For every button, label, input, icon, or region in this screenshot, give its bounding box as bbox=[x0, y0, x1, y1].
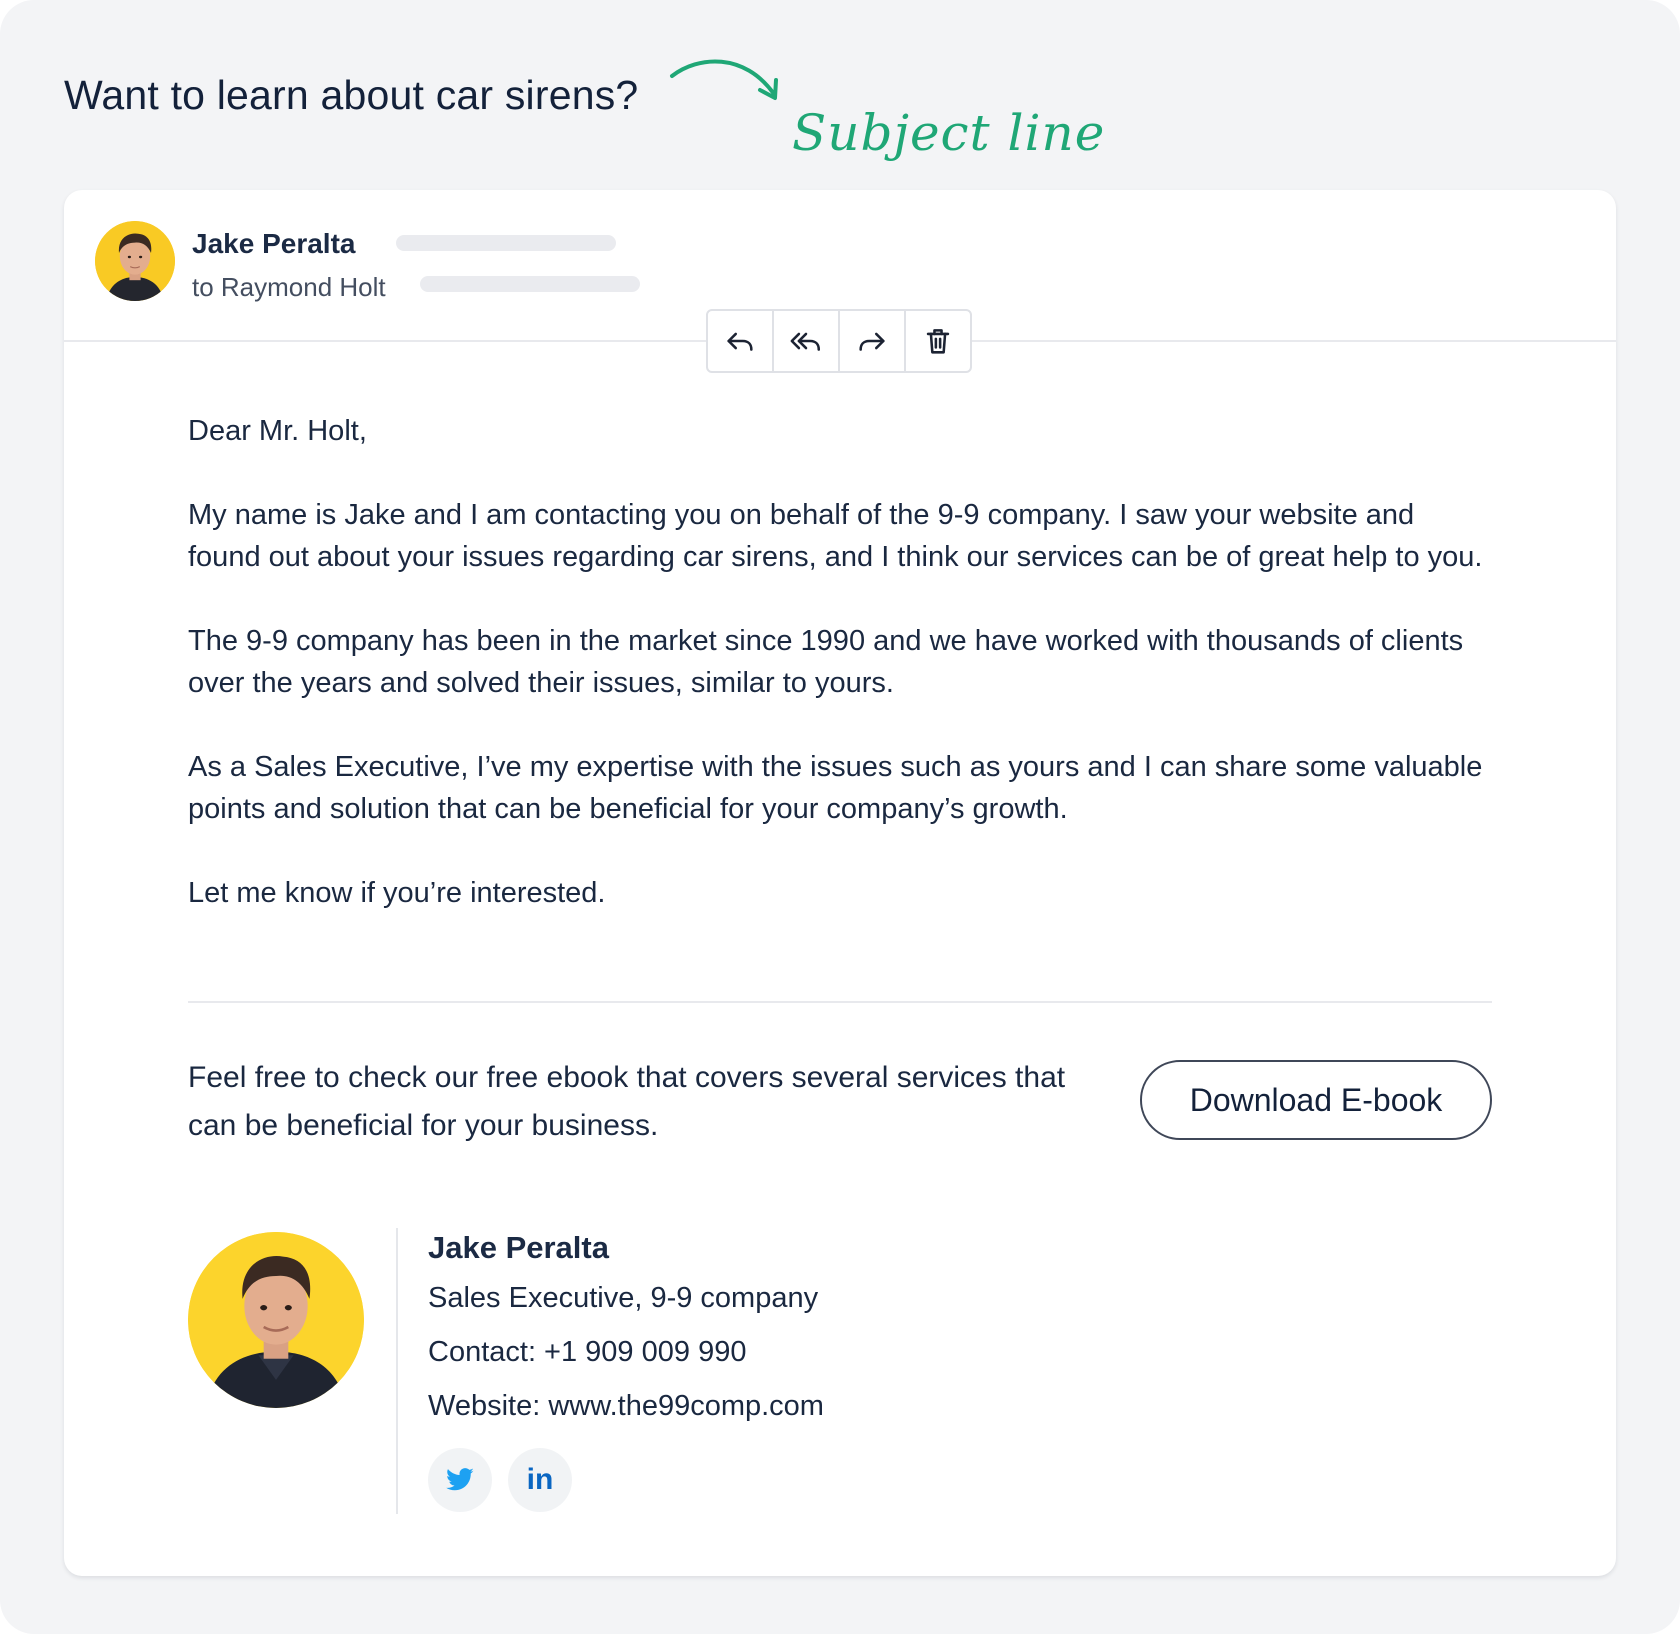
forward-icon bbox=[859, 332, 885, 351]
placeholder-bar bbox=[396, 235, 616, 251]
sender-name: Jake Peralta bbox=[192, 228, 356, 259]
signature-divider bbox=[396, 1228, 398, 1514]
signature-name: Jake Peralta bbox=[428, 1230, 609, 1265]
email-greeting: Dear Mr. Holt, bbox=[188, 415, 367, 447]
trash-icon bbox=[926, 329, 950, 354]
delete-button[interactable] bbox=[906, 311, 970, 371]
email-body: Dear Mr. Holt, My name is Jake and I am … bbox=[188, 410, 1488, 956]
reply-all-button[interactable] bbox=[774, 311, 840, 371]
signature-contact: Contact: +1 909 009 990 bbox=[428, 1336, 747, 1368]
email-actions-toolbar bbox=[706, 309, 972, 373]
curved-arrow-icon bbox=[670, 59, 778, 100]
recipient-line: to Raymond Holt bbox=[192, 272, 386, 302]
signature-website[interactable]: Website: www.the99comp.com bbox=[428, 1390, 824, 1423]
email-card: Jake Peralta to Raymond Holt Dear Mr. Ho… bbox=[64, 190, 1616, 1576]
ebook-cta-text: Feel free to check our free ebook that c… bbox=[188, 1061, 1066, 1142]
body-divider bbox=[188, 1001, 1492, 1003]
forward-button[interactable] bbox=[840, 311, 906, 371]
email-subject: Want to learn about car sirens? bbox=[64, 72, 639, 118]
linkedin-icon: in bbox=[526, 1463, 554, 1496]
reply-button[interactable] bbox=[708, 311, 774, 371]
email-closing: Let me know if you’re interested. bbox=[188, 877, 606, 909]
email-paragraph: As a Sales Executive, I’ve my expertise … bbox=[188, 751, 1483, 825]
download-ebook-button[interactable]: Download E-book bbox=[1140, 1060, 1492, 1140]
twitter-link[interactable] bbox=[428, 1448, 492, 1512]
subject-line-annotation: Subject line bbox=[792, 104, 1106, 162]
placeholder-bar bbox=[420, 276, 640, 292]
email-paragraph: The 9-9 company has been in the market s… bbox=[188, 625, 1464, 699]
sender-avatar bbox=[95, 221, 175, 301]
email-example-frame: Want to learn about car sirens? Subject … bbox=[0, 0, 1680, 1634]
twitter-icon bbox=[446, 1468, 474, 1491]
reply-icon bbox=[727, 332, 753, 351]
signature-avatar bbox=[188, 1232, 364, 1408]
email-paragraph: My name is Jake and I am contacting you … bbox=[188, 499, 1483, 573]
reply-all-icon bbox=[790, 332, 821, 351]
linkedin-link[interactable]: in bbox=[508, 1448, 572, 1512]
signature-title: Sales Executive, 9-9 company bbox=[428, 1282, 819, 1314]
